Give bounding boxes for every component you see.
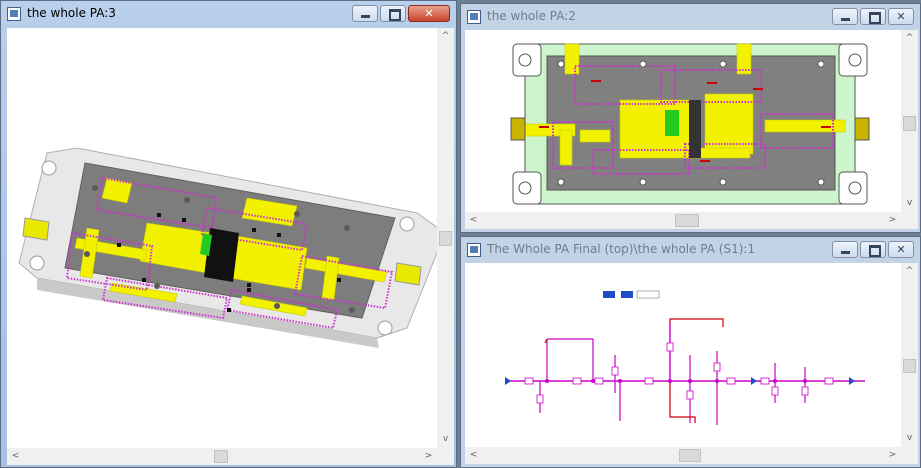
close-icon: ✕ xyxy=(896,243,906,256)
titlebar-3d-view[interactable]: the whole PA:3 ✕ xyxy=(1,1,456,27)
scroll-up-arrow[interactable]: ^ xyxy=(901,30,918,47)
vertical-scrollbar[interactable]: ^ v xyxy=(437,28,454,448)
scroll-down-arrow[interactable]: v xyxy=(901,430,918,447)
vertical-scrollbar[interactable]: ^ v xyxy=(901,263,918,447)
vertical-scroll-thumb[interactable] xyxy=(439,231,452,246)
horizontal-scroll-thumb[interactable] xyxy=(214,450,228,463)
scroll-corner xyxy=(901,212,918,229)
horizontal-scroll-thumb[interactable] xyxy=(679,449,701,462)
vertical-scrollbar[interactable]: ^ v xyxy=(901,30,918,212)
minimize-button[interactable] xyxy=(352,5,378,22)
scroll-left-arrow[interactable]: < xyxy=(7,448,24,465)
horizontal-scroll-thumb[interactable] xyxy=(675,214,699,227)
window-3d-view[interactable]: the whole PA:3 ✕ ^ v < > xyxy=(0,0,457,468)
scroll-corner xyxy=(437,448,454,465)
close-icon: ✕ xyxy=(896,10,906,23)
horizontal-scrollbar[interactable]: < > xyxy=(465,447,901,464)
close-icon: ✕ xyxy=(424,7,434,20)
window-title: the whole PA:3 xyxy=(27,6,116,20)
vertical-scroll-thumb[interactable] xyxy=(903,116,916,131)
titlebar-layout-view[interactable]: the whole PA:2 ✕ xyxy=(461,4,920,30)
minimize-button[interactable] xyxy=(832,8,858,25)
canvas-schematic[interactable]: ^ v < > xyxy=(465,263,918,464)
horizontal-scrollbar[interactable]: < > xyxy=(7,448,437,465)
maximize-button[interactable] xyxy=(860,8,886,25)
canvas-layout-view[interactable]: ^ v < > xyxy=(465,30,918,229)
close-button[interactable]: ✕ xyxy=(408,5,450,22)
schematic-window-icon xyxy=(467,243,481,257)
titlebar-schematic[interactable]: The Whole PA Final (top)\the whole PA (S… xyxy=(461,237,920,263)
close-button[interactable]: ✕ xyxy=(888,8,914,25)
window-title: The Whole PA Final (top)\the whole PA (S… xyxy=(487,242,756,256)
pa-schematic-drawing xyxy=(505,290,865,425)
scroll-up-arrow[interactable]: ^ xyxy=(901,263,918,280)
horizontal-scrollbar[interactable]: < > xyxy=(465,212,901,229)
scroll-right-arrow[interactable]: > xyxy=(884,447,901,464)
window-schematic[interactable]: The Whole PA Final (top)\the whole PA (S… xyxy=(460,236,921,468)
pa-3d-render xyxy=(18,147,437,348)
window-layout-view[interactable]: the whole PA:2 ✕ ^ v < > xyxy=(460,3,921,233)
layout-window-icon xyxy=(7,7,21,21)
scroll-down-arrow[interactable]: v xyxy=(901,195,918,212)
scroll-corner xyxy=(901,447,918,464)
scroll-up-arrow[interactable]: ^ xyxy=(437,28,454,45)
scroll-down-arrow[interactable]: v xyxy=(437,431,454,448)
layout-window-icon xyxy=(467,10,481,24)
close-button[interactable]: ✕ xyxy=(888,241,914,258)
vertical-scroll-thumb[interactable] xyxy=(903,359,916,373)
scroll-left-arrow[interactable]: < xyxy=(465,447,482,464)
canvas-3d-view[interactable]: ^ v < > xyxy=(7,28,454,465)
scroll-right-arrow[interactable]: > xyxy=(420,448,437,465)
pa-layout-drawing xyxy=(510,43,870,205)
scroll-right-arrow[interactable]: > xyxy=(884,212,901,229)
window-title: the whole PA:2 xyxy=(487,9,576,23)
minimize-button[interactable] xyxy=(832,241,858,258)
maximize-button[interactable] xyxy=(380,5,406,22)
maximize-button[interactable] xyxy=(860,241,886,258)
scroll-left-arrow[interactable]: < xyxy=(465,212,482,229)
